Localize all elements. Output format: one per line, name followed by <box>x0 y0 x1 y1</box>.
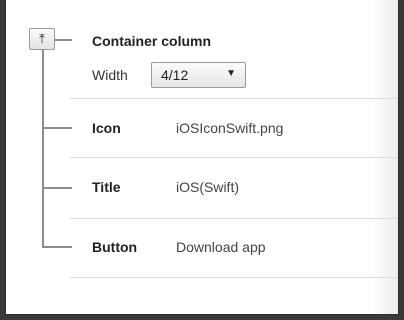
row-value-icon[interactable]: iOSIconSwift.png <box>176 120 283 136</box>
width-label: Width <box>92 67 128 83</box>
width-select-value: 4/12 <box>161 67 189 83</box>
tree-branch-icon <box>42 127 72 129</box>
row-value-title[interactable]: iOS(Swift) <box>176 179 239 195</box>
chevron-down-icon: ▼ <box>226 68 236 79</box>
collapse-up-icon: ⤒ <box>39 31 45 46</box>
row-divider <box>70 98 398 99</box>
row-divider <box>70 218 398 219</box>
container-column-title: Container column <box>92 33 212 49</box>
tree-branch-title <box>42 187 72 189</box>
row-label-icon: Icon <box>92 120 121 136</box>
row-divider <box>70 277 398 278</box>
row-divider <box>70 157 398 158</box>
row-label-title: Title <box>92 179 121 195</box>
width-select[interactable]: 4/12 ▼ <box>151 62 246 88</box>
tree-branch-button <box>42 246 72 248</box>
tree-line <box>42 40 44 248</box>
row-label-button: Button <box>92 239 138 255</box>
collapse-button[interactable]: ⤒ <box>29 28 55 50</box>
row-value-button[interactable]: Download app <box>176 239 266 255</box>
form-panel: ⤒ Container column Width 4/12 ▼ Icon iOS… <box>6 0 398 314</box>
